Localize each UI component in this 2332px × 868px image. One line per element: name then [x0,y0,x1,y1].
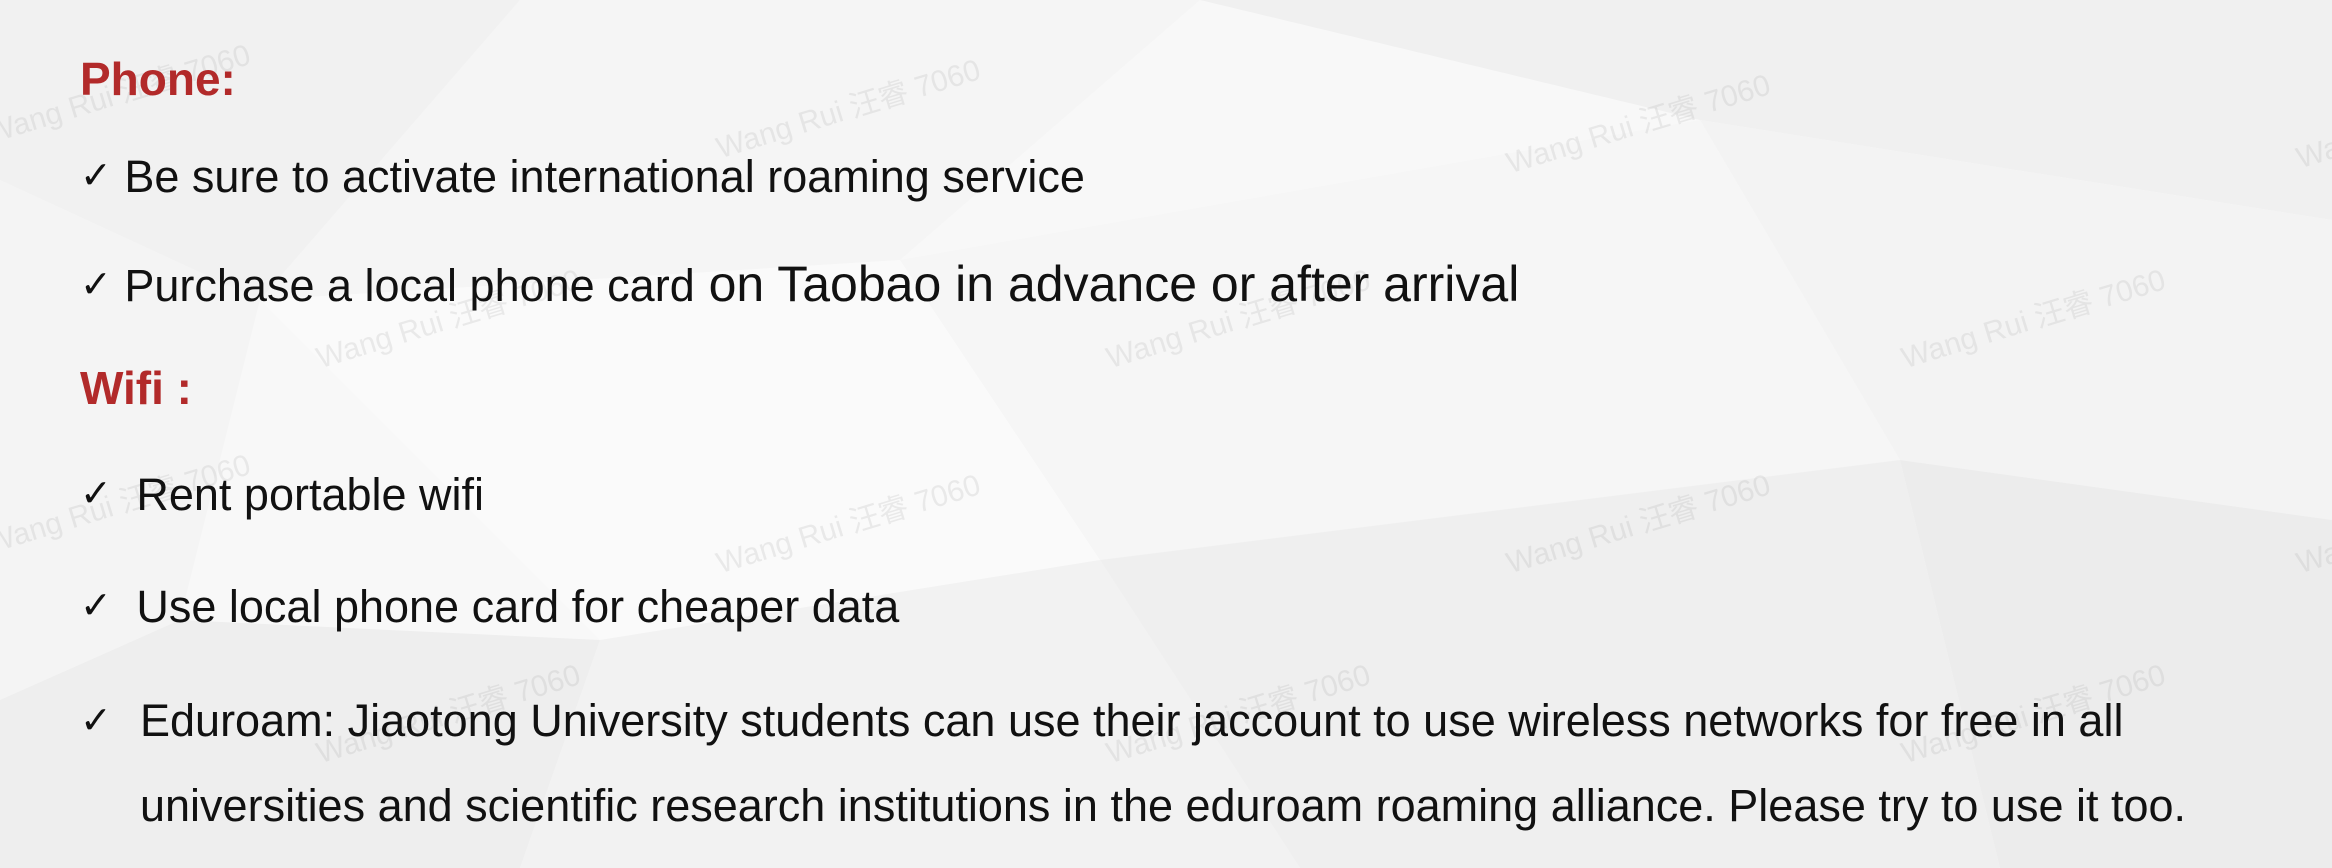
check-icon: ✓ [80,698,112,742]
phone-item-local-card: ✓ Purchase a local phone card on Taobao … [80,259,1519,309]
wifi-item-portable: ✓ Rent portable wifi [80,472,484,517]
phone-heading: Phone: [80,53,236,105]
phone-item-text-emphasis: on Taobao in advance or after arrival [694,256,1520,312]
check-icon: ✓ [80,153,112,197]
phone-item-roaming: ✓ Be sure to activate international roam… [80,154,1085,199]
phone-item-text: Be sure to activate international roamin… [124,151,1085,202]
wifi-item-eduroam: ✓ Eduroam: Jiaotong University students … [80,678,2320,848]
wifi-heading: Wifi : [80,362,192,414]
wifi-item-text: Rent portable wifi [136,469,485,520]
check-icon: ✓ [80,471,112,515]
wifi-item-text: Eduroam: Jiaotong University students ca… [140,695,2187,831]
check-icon: ✓ [80,583,112,627]
check-icon: ✓ [80,262,112,306]
phone-item-text: Purchase a local phone card [124,260,695,311]
slide-content: Phone: ✓ Be sure to activate internation… [0,0,2332,868]
wifi-item-local-data: ✓ Use local phone card for cheaper data [80,584,899,629]
wifi-item-text: Use local phone card for cheaper data [136,581,900,632]
